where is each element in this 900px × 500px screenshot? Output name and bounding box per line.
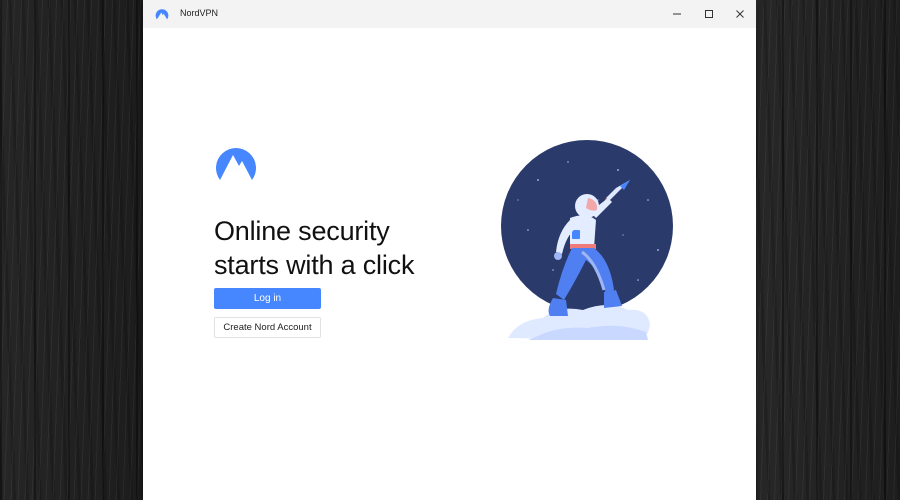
window-title: NordVPN <box>180 8 219 18</box>
astronaut-illustration <box>501 140 673 340</box>
minimize-button[interactable] <box>661 0 693 28</box>
login-button[interactable]: Log in <box>214 288 321 309</box>
nordvpn-logo-icon <box>155 9 169 20</box>
maximize-button[interactable] <box>693 0 725 28</box>
app-window: NordVPN Online security starts with a cl… <box>143 0 756 500</box>
minimize-icon <box>673 13 681 15</box>
close-button[interactable] <box>724 0 756 28</box>
nordvpn-brand-logo-icon <box>216 148 256 180</box>
title-bar[interactable]: NordVPN <box>143 0 756 28</box>
create-account-button[interactable]: Create Nord Account <box>214 317 321 338</box>
page-headline: Online security starts with a click <box>214 214 474 282</box>
headline-line-1: Online security <box>214 216 390 247</box>
maximize-icon <box>705 10 713 18</box>
close-icon <box>736 10 744 18</box>
headline-line-2: starts with a click <box>214 250 415 281</box>
